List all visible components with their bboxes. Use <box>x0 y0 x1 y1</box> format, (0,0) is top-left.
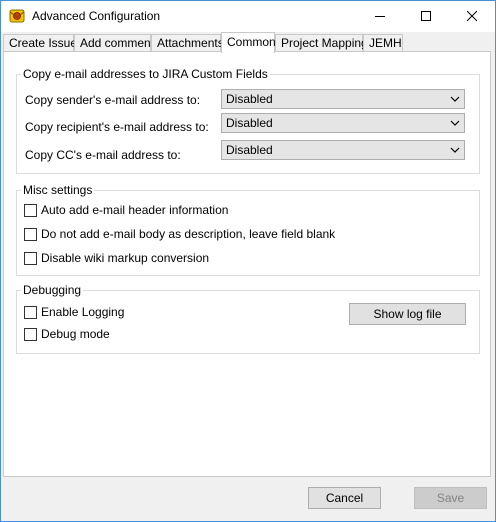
chevron-down-icon <box>450 117 460 129</box>
disable-wiki-markup-checkbox[interactable] <box>24 252 37 265</box>
save-button[interactable]: Save <box>414 487 487 509</box>
debugging-group-title: Debugging <box>21 283 84 297</box>
maximize-icon <box>421 10 431 24</box>
cc-field-value: Disabled <box>226 143 273 157</box>
misc-settings-group: Misc settings Auto add e-mail header inf… <box>16 183 480 276</box>
tab-jemh[interactable]: JEMH <box>363 34 403 51</box>
misc-settings-group-title: Misc settings <box>21 183 95 197</box>
close-button[interactable] <box>449 1 495 32</box>
auto-add-header-label[interactable]: Auto add e-mail header information <box>41 203 228 217</box>
copy-email-group-title: Copy e-mail addresses to JIRA Custom Fie… <box>21 67 270 81</box>
chevron-down-icon <box>450 93 460 105</box>
no-body-description-label[interactable]: Do not add e-mail body as description, l… <box>41 227 335 241</box>
minimize-button[interactable] <box>357 1 403 32</box>
recipient-field-value: Disabled <box>226 116 273 130</box>
tab-add-comment[interactable]: Add comment <box>74 34 154 51</box>
tab-bar: Create Issue Add comment Attachments Com… <box>1 32 495 53</box>
title-bar[interactable]: Advanced Configuration <box>1 1 495 32</box>
tab-project-mapping[interactable]: Project Mapping <box>275 34 368 51</box>
disable-wiki-markup-label[interactable]: Disable wiki markup conversion <box>41 251 209 265</box>
no-body-description-checkbox[interactable] <box>24 228 37 241</box>
debug-mode-checkbox[interactable] <box>24 328 37 341</box>
sender-field-value: Disabled <box>226 92 273 106</box>
enable-logging-checkbox[interactable] <box>24 306 37 319</box>
show-log-file-button[interactable]: Show log file <box>349 303 466 325</box>
enable-logging-label[interactable]: Enable Logging <box>41 305 124 319</box>
tab-attachments[interactable]: Attachments <box>151 34 224 51</box>
sender-field-select[interactable]: Disabled <box>221 89 465 109</box>
common-tab-panel: Copy e-mail addresses to JIRA Custom Fie… <box>3 51 491 477</box>
minimize-icon <box>375 10 385 24</box>
chevron-down-icon <box>450 144 460 156</box>
sender-field-label: Copy sender's e-mail address to: <box>25 93 201 107</box>
window-title: Advanced Configuration <box>32 9 161 23</box>
debug-mode-label[interactable]: Debug mode <box>41 327 110 341</box>
tab-common[interactable]: Common <box>221 32 276 53</box>
cancel-button[interactable]: Cancel <box>308 487 381 509</box>
maximize-button[interactable] <box>403 1 449 32</box>
cc-field-select[interactable]: Disabled <box>221 140 465 160</box>
recipient-field-select[interactable]: Disabled <box>221 113 465 133</box>
advanced-configuration-window: Advanced Configuration Create Issue Add … <box>0 0 496 522</box>
copy-email-group: Copy e-mail addresses to JIRA Custom Fie… <box>16 67 480 174</box>
debugging-group: Debugging Enable Logging Debug mode Show… <box>16 283 480 354</box>
jemh-app-icon <box>9 8 25 24</box>
tab-create-issue[interactable]: Create Issue <box>3 34 77 51</box>
cc-field-label: Copy CC's e-mail address to: <box>25 148 181 162</box>
recipient-field-label: Copy recipient's e-mail address to: <box>25 120 209 134</box>
close-icon <box>466 10 478 24</box>
auto-add-header-checkbox[interactable] <box>24 204 37 217</box>
